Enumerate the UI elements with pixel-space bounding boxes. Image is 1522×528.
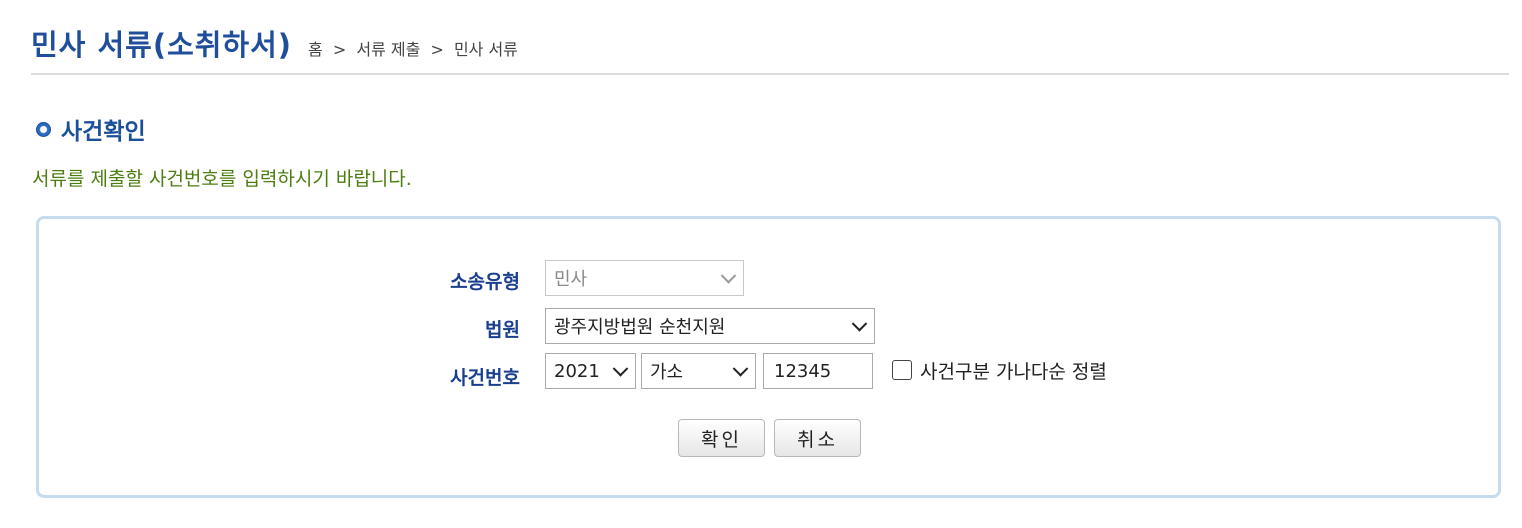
court-label: 법원 <box>485 319 520 341</box>
litigation-type-select[interactable]: 민사 <box>545 260 744 296</box>
section-heading: 사건확인 <box>36 112 146 146</box>
court-value: 광주지방법원 순천지원 <box>554 317 726 338</box>
chevron-down-icon <box>732 361 749 377</box>
breadcrumb-document-submit[interactable]: 서류 제출 <box>356 36 420 60</box>
chevron-down-icon <box>720 268 737 284</box>
case-year-value: 2021 <box>554 360 600 382</box>
sort-checkbox-label[interactable]: 사건구분 가나다순 정렬 <box>920 357 1107 384</box>
page-title: 민사 서류(소취하서) <box>31 28 293 62</box>
cancel-button[interactable]: 취소 <box>774 419 861 457</box>
breadcrumb-home[interactable]: 홈 <box>308 36 323 60</box>
litigation-type-label: 소송유형 <box>450 271 520 293</box>
instruction-text: 서류를 제출할 사건번호를 입력하시기 바랍니다. <box>32 168 412 190</box>
breadcrumb: 홈 > 서류 제출 > 민사 서류 <box>308 36 518 60</box>
page: 민사 서류(소취하서) 홈 > 서류 제출 > 민사 서류 사건확인 서류를 제… <box>0 0 1522 528</box>
breadcrumb-separator: > <box>332 40 347 59</box>
section-title: 사건확인 <box>61 119 146 145</box>
chevron-down-icon <box>612 361 629 377</box>
litigation-type-value: 민사 <box>554 269 588 290</box>
sort-checkbox[interactable] <box>892 360 912 380</box>
court-select[interactable]: 광주지방법원 순천지원 <box>545 308 875 344</box>
case-type-value: 가소 <box>650 362 684 383</box>
case-number-label: 사건번호 <box>450 367 520 389</box>
case-serial-value: 12345 <box>774 360 832 382</box>
bullet-icon <box>36 121 51 137</box>
confirm-button[interactable]: 확인 <box>678 419 765 457</box>
chevron-down-icon <box>851 316 868 332</box>
breadcrumb-civil-documents[interactable]: 민사 서류 <box>454 36 518 60</box>
case-type-select[interactable]: 가소 <box>641 353 756 389</box>
case-serial-input[interactable]: 12345 <box>763 353 873 389</box>
case-year-select[interactable]: 2021 <box>545 353 636 389</box>
case-confirm-panel: 소송유형 민사 법원 광주지방법원 순천지원 사건번호 2021 가소 1234… <box>36 216 1501 498</box>
breadcrumb-separator: > <box>430 40 444 59</box>
header-divider <box>31 73 1509 75</box>
page-header: 민사 서류(소취하서) 홈 > 서류 제출 > 민사 서류 <box>31 22 518 62</box>
